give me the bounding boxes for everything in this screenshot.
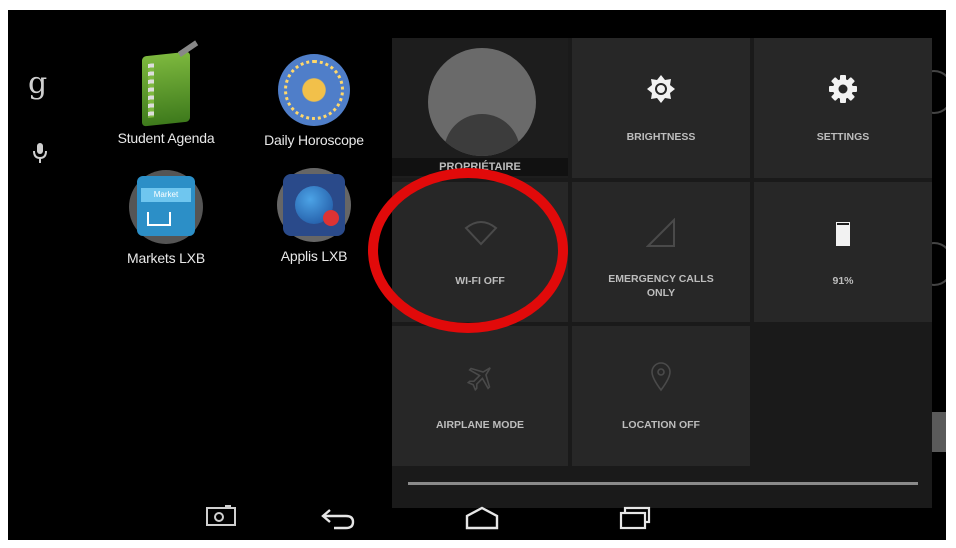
microphone-icon[interactable] — [32, 142, 48, 169]
panel-handle[interactable] — [408, 482, 918, 485]
tile-label-line1: EMERGENCY CALLS — [608, 273, 714, 285]
battery-icon — [836, 222, 850, 246]
tile-settings[interactable]: SETTINGS — [754, 38, 932, 178]
brightness-icon — [647, 75, 675, 103]
user-avatar-icon — [428, 48, 536, 156]
home-icon[interactable] — [464, 506, 500, 530]
notebook-icon — [142, 40, 199, 127]
navigation-bar — [8, 498, 946, 540]
tile-label-line2: ONLY — [646, 287, 676, 299]
google-search-icon[interactable]: g — [28, 66, 47, 101]
tile-cellular[interactable]: EMERGENCY CALLS ONLY — [572, 182, 750, 322]
market-cart-icon: Market — [129, 170, 203, 244]
empty-slot — [754, 326, 932, 466]
tile-label: SETTINGS — [816, 131, 870, 143]
tile-airplane-mode[interactable]: AIRPLANE MODE — [392, 326, 568, 466]
airplane-icon — [466, 367, 491, 392]
gear-icon — [829, 75, 857, 103]
app-student-agenda[interactable]: Student Agenda — [96, 40, 236, 146]
highlight-circle — [368, 168, 568, 333]
tile-label: 91% — [832, 275, 854, 287]
camera-icon[interactable] — [206, 504, 236, 526]
tile-brightness[interactable]: BRIGHTNESS — [572, 38, 750, 178]
app-label: Daily Horoscope — [264, 132, 364, 148]
app-label: Markets LXB — [127, 250, 205, 266]
tile-location[interactable]: LOCATION OFF — [572, 326, 750, 466]
app-label: Student Agenda — [117, 130, 215, 146]
location-pin-icon — [651, 362, 671, 392]
app-applis-lxb[interactable]: Applis LXB — [244, 168, 384, 264]
back-icon[interactable] — [320, 506, 356, 530]
app-daily-horoscope[interactable]: Daily Horoscope — [244, 54, 384, 148]
app-markets-lxb[interactable]: Market Markets LXB — [96, 170, 236, 266]
tile-battery[interactable]: 91% — [754, 182, 932, 322]
zodiac-icon — [278, 54, 350, 126]
tile-user[interactable]: PROPRIÉTAIRE — [392, 38, 568, 178]
signal-icon — [646, 218, 675, 247]
recent-apps-icon[interactable] — [618, 506, 652, 530]
tile-label: LOCATION OFF — [622, 419, 700, 431]
app-label: Applis LXB — [280, 248, 348, 264]
tile-label: BRIGHTNESS — [626, 131, 696, 143]
apps-globe-icon — [277, 168, 351, 242]
tile-label: AIRPLANE MODE — [435, 419, 525, 431]
